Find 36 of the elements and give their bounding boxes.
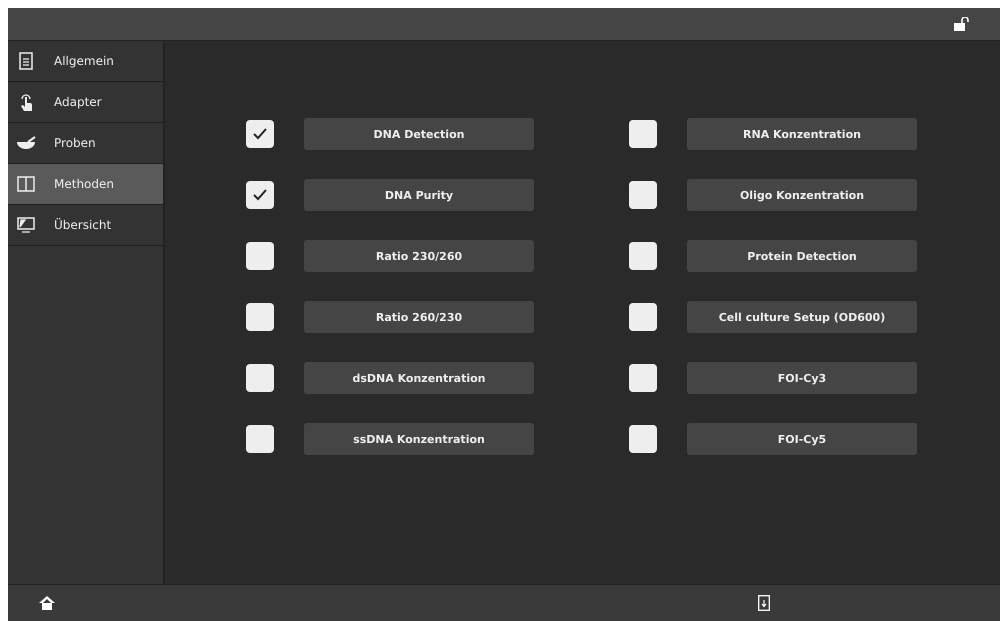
method-button[interactable]: DNA Purity <box>304 179 534 211</box>
checkbox[interactable] <box>246 181 274 209</box>
unlocked-padlock-icon[interactable] <box>954 17 970 31</box>
method-button[interactable]: FOI-Cy5 <box>687 423 917 455</box>
checkbox[interactable] <box>629 303 657 331</box>
checkbox[interactable] <box>629 181 657 209</box>
method-button[interactable]: Ratio 260/230 <box>304 301 534 333</box>
check-mark-icon <box>252 126 268 142</box>
sidebar-item[interactable]: Adapter <box>8 82 163 123</box>
checkbox[interactable] <box>629 242 657 270</box>
checkbox[interactable] <box>246 364 274 392</box>
home-icon[interactable] <box>38 595 56 611</box>
mortar-and-pestle-icon <box>16 136 36 150</box>
export-document-icon[interactable] <box>758 595 770 611</box>
method-button[interactable]: RNA Konzentration <box>687 118 917 150</box>
checkbox[interactable] <box>629 425 657 453</box>
method-button[interactable]: Ratio 230/260 <box>304 240 534 272</box>
method-button[interactable]: Protein Detection <box>687 240 917 272</box>
method-button[interactable]: dsDNA Konzentration <box>304 362 534 394</box>
method-button[interactable]: Oligo Konzentration <box>687 179 917 211</box>
monitor-icon <box>16 217 36 233</box>
method-button[interactable]: Cell culture Setup (OD600) <box>687 301 917 333</box>
checkbox[interactable] <box>629 364 657 392</box>
method-button[interactable]: ssDNA Konzentration <box>304 423 534 455</box>
checkbox[interactable] <box>246 425 274 453</box>
check-mark-icon <box>252 187 268 203</box>
sidebar-item[interactable]: Übersicht <box>8 205 163 246</box>
checkbox[interactable] <box>629 120 657 148</box>
checkbox[interactable] <box>246 242 274 270</box>
method-button[interactable]: FOI-Cy3 <box>687 362 917 394</box>
checkbox[interactable] <box>246 303 274 331</box>
sidebar-item[interactable]: Allgemein <box>8 41 163 82</box>
open-book-icon <box>16 176 36 192</box>
sidebar-item[interactable]: Methoden <box>8 164 163 205</box>
checkbox[interactable] <box>246 120 274 148</box>
method-button[interactable]: DNA Detection <box>304 118 534 150</box>
